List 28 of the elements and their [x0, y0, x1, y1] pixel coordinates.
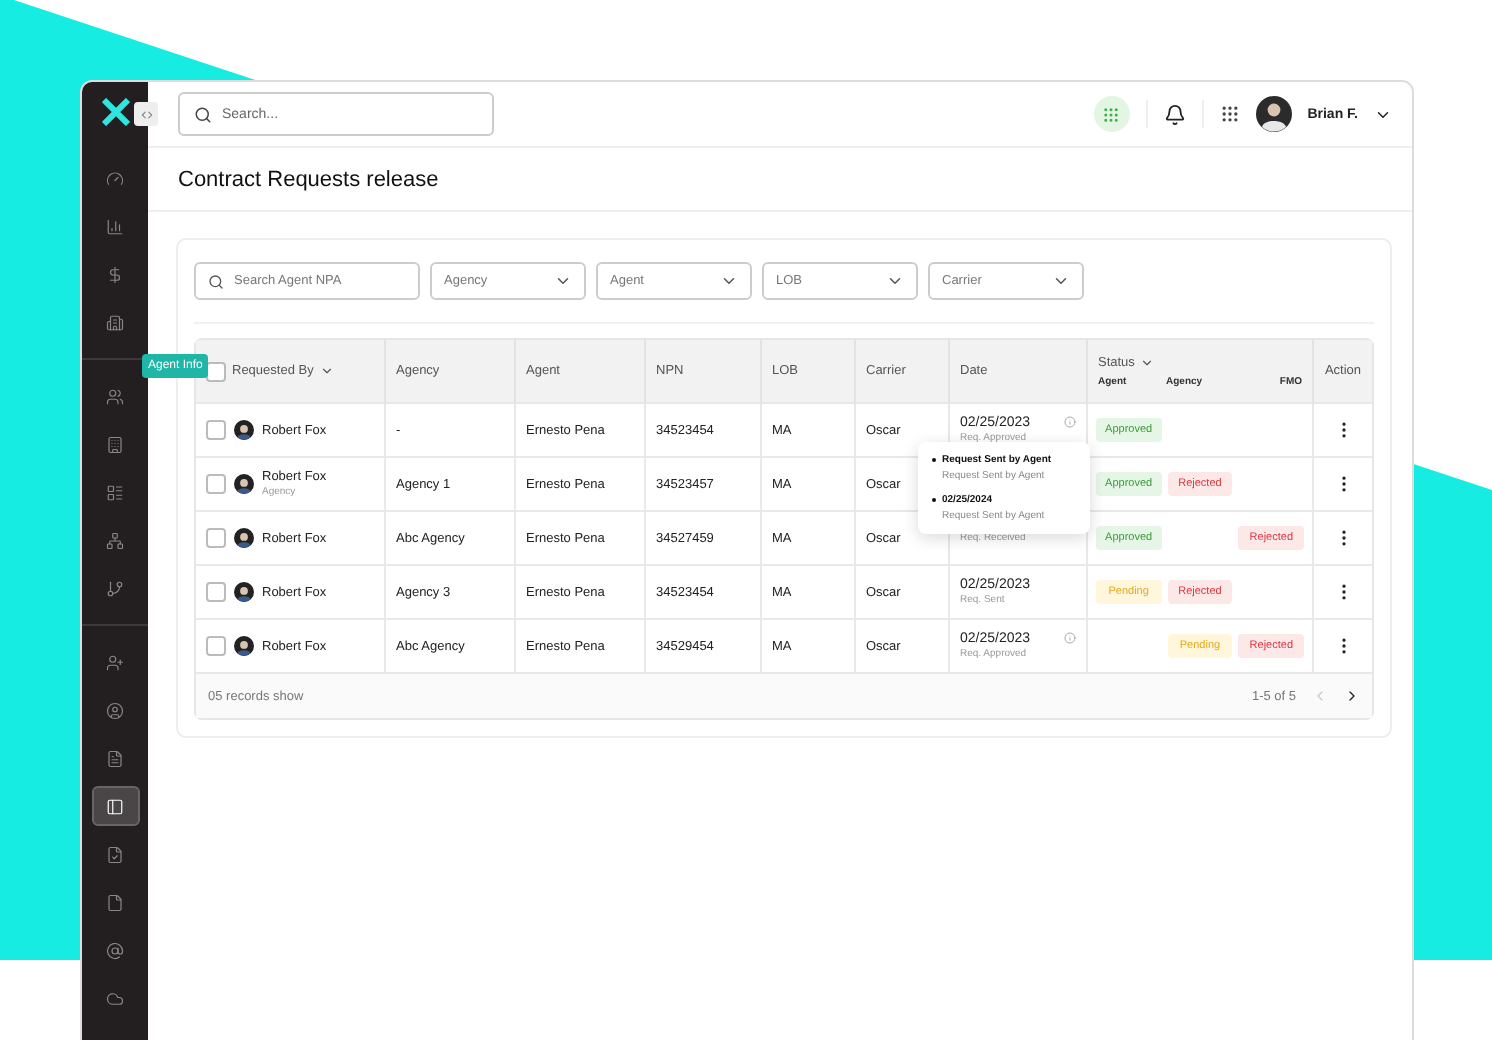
caret-icon	[720, 272, 738, 290]
search-icon	[208, 273, 224, 289]
avatar	[234, 420, 254, 440]
logo-icon	[101, 98, 129, 126]
info-icon[interactable]	[1064, 632, 1076, 644]
next-page-icon[interactable]	[1344, 688, 1360, 704]
checkbox[interactable]	[206, 420, 226, 440]
checkbox[interactable]	[206, 361, 226, 381]
apps-icon[interactable]	[1219, 104, 1240, 124]
panel-icon[interactable]	[91, 786, 139, 826]
page-title: Contract Requests release	[178, 167, 439, 191]
info-icon[interactable]	[1064, 416, 1076, 428]
avatar	[234, 636, 254, 656]
caret-icon	[886, 272, 904, 290]
checkbox[interactable]	[206, 528, 226, 548]
caret-icon	[1052, 272, 1070, 290]
dots-icon[interactable]	[1093, 96, 1130, 132]
avatar	[234, 474, 254, 494]
avatar	[234, 528, 254, 548]
search-icon	[194, 105, 212, 123]
collapse-icon[interactable]	[134, 102, 158, 126]
avatar	[234, 582, 254, 602]
user-avatar	[1255, 96, 1292, 132]
bell-icon[interactable]	[1163, 103, 1186, 125]
caret-icon	[554, 272, 572, 290]
checkbox[interactable]	[206, 636, 226, 656]
checkbox[interactable]	[206, 582, 226, 602]
checkbox[interactable]	[206, 474, 226, 494]
